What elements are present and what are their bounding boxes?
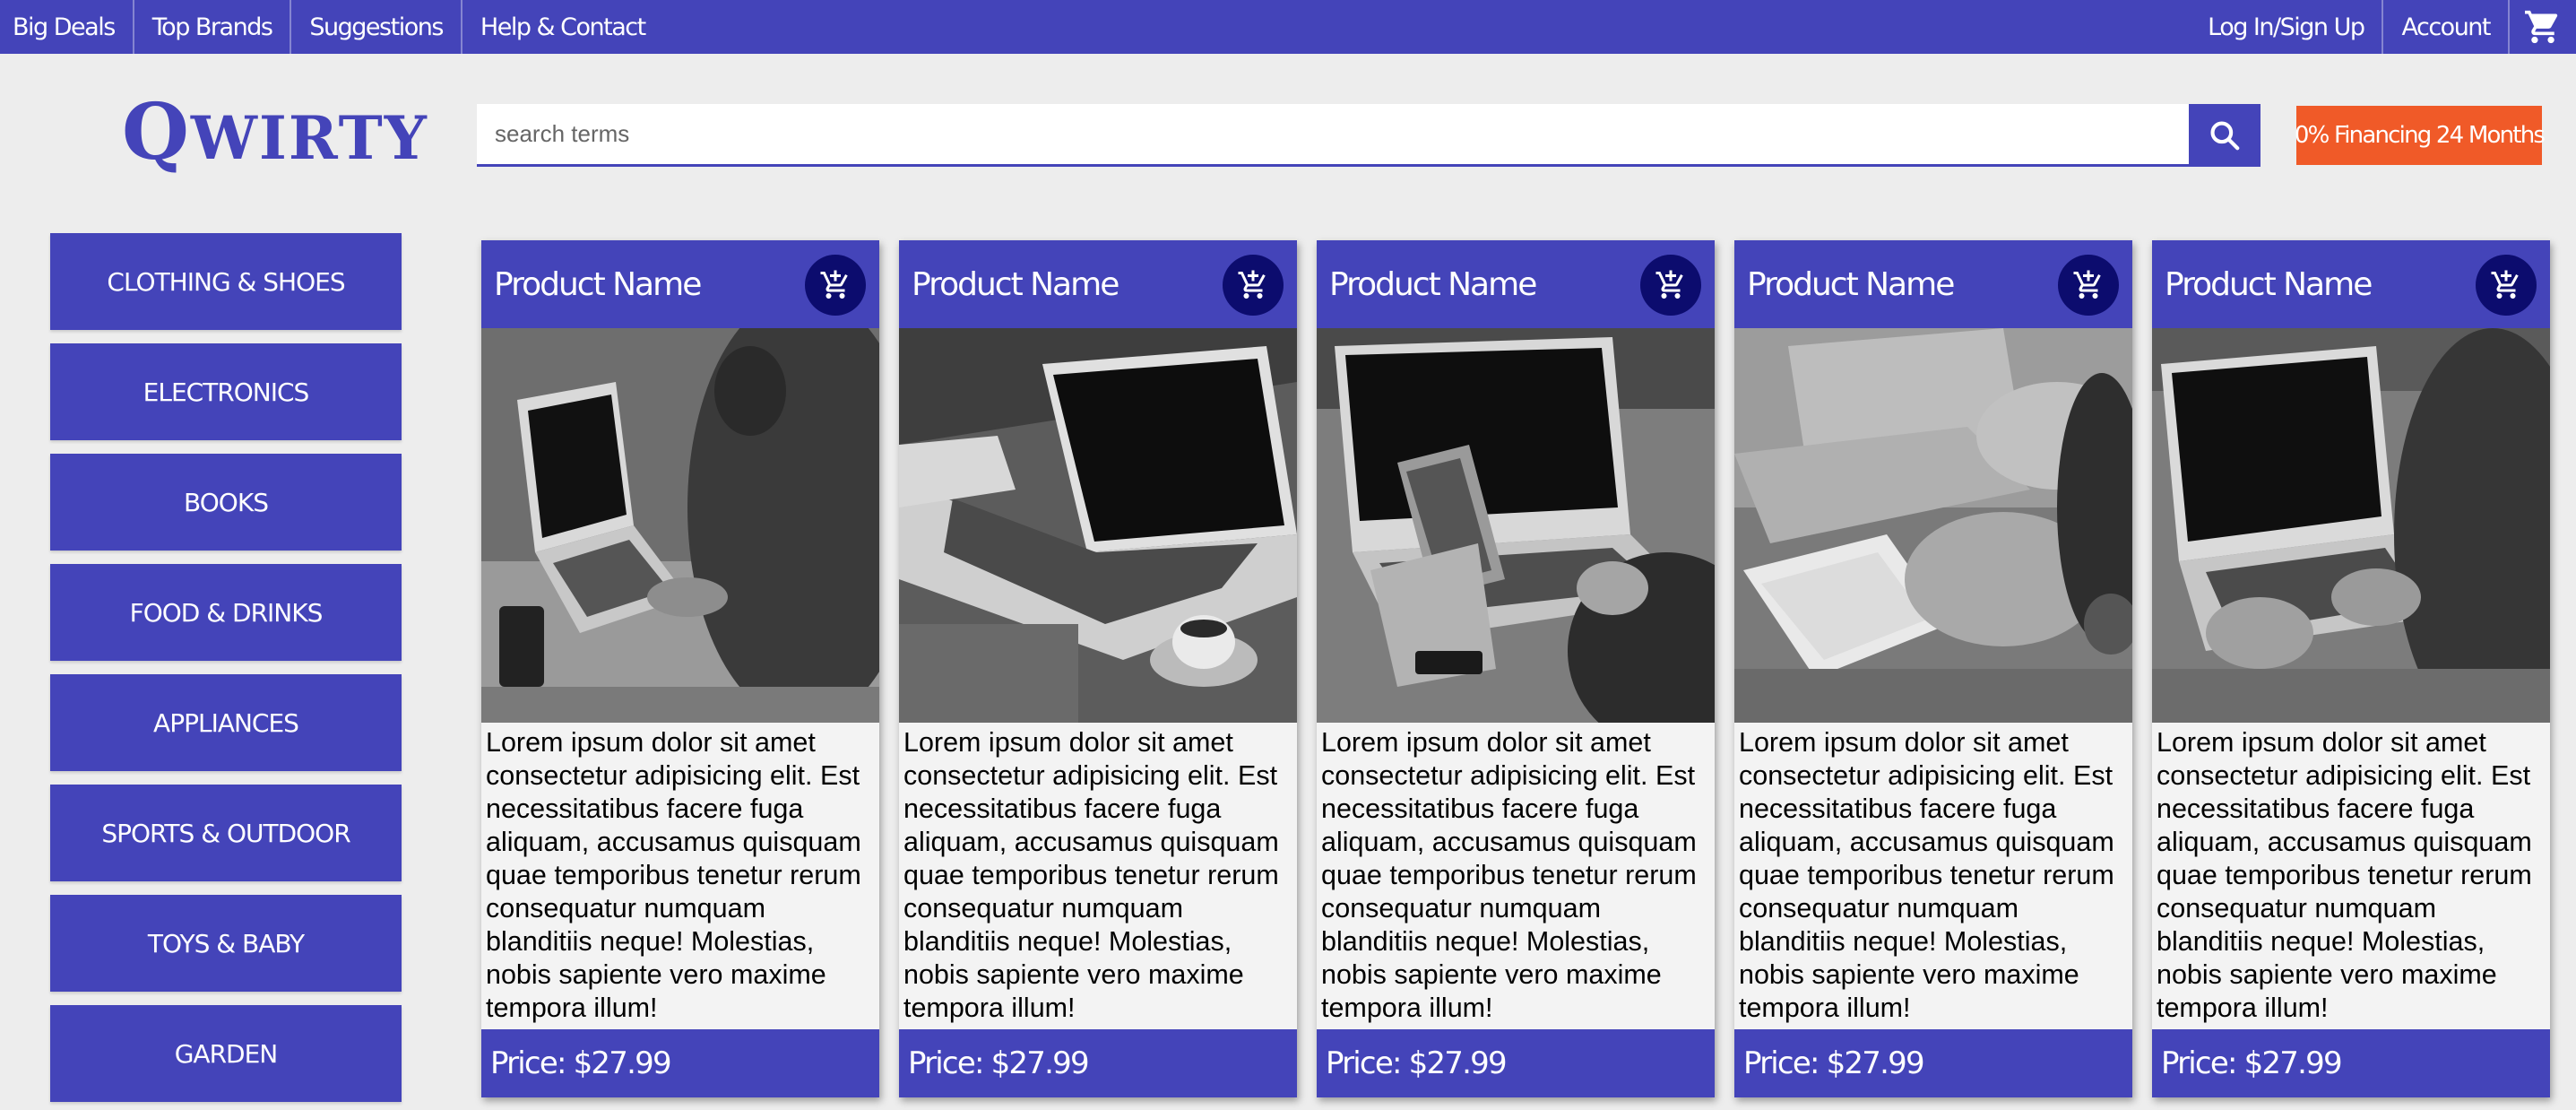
search-button[interactable] — [2189, 104, 2260, 167]
product-image[interactable] — [2152, 328, 2550, 723]
hands-notebook-photo — [1734, 328, 2132, 723]
category-clothing-shoes[interactable]: CLOTHING & SHOES — [50, 233, 402, 330]
product-description: Lorem ipsum dolor sit amet consectetur a… — [1321, 727, 1697, 1023]
add-to-cart-icon — [1655, 270, 1683, 299]
product-image[interactable] — [481, 328, 879, 723]
product-description: Lorem ipsum dolor sit amet consectetur a… — [2157, 727, 2532, 1023]
nav-suggestions[interactable]: Suggestions — [291, 0, 462, 54]
product-card[interactable]: Product Name Lorem ipsum dolor sit amet … — [1317, 240, 1715, 1097]
product-image[interactable] — [1734, 328, 2132, 723]
category-books[interactable]: BOOKS — [50, 454, 402, 551]
search-input[interactable] — [477, 104, 2192, 164]
product-image[interactable] — [899, 328, 1297, 723]
add-to-cart-button[interactable] — [2058, 255, 2119, 316]
product-description: Lorem ipsum dolor sit amet consectetur a… — [1739, 727, 2114, 1023]
product-card-header: Product Name — [899, 240, 1297, 328]
top-nav: Big Deals Top Brands Suggestions Help & … — [0, 0, 2576, 54]
nav-login-signup[interactable]: Log In/Sign Up — [2190, 0, 2382, 54]
category-electronics[interactable]: ELECTRONICS — [50, 343, 402, 440]
add-to-cart-button[interactable] — [2476, 255, 2537, 316]
product-card-header: Product Name — [1734, 240, 2132, 328]
logo-rest: WIRTY — [190, 103, 428, 173]
product-price: Price: $27.99 — [1734, 1029, 2132, 1097]
product-name: Product Name — [2165, 265, 2373, 303]
search-bar — [477, 104, 2192, 167]
category-appliances[interactable]: APPLIANCES — [50, 674, 402, 771]
product-card[interactable]: Product Name Lorem ipsum dolor sit amet … — [2152, 240, 2550, 1097]
product-card-header: Product Name — [1317, 240, 1715, 328]
cart-button[interactable] — [2508, 0, 2576, 54]
add-to-cart-button[interactable] — [1223, 255, 1284, 316]
add-to-cart-icon — [820, 270, 848, 299]
nav-big-deals[interactable]: Big Deals — [0, 0, 134, 54]
brand-logo[interactable]: QWIRTY — [122, 94, 428, 174]
product-description: Lorem ipsum dolor sit amet consectetur a… — [903, 727, 1279, 1023]
category-toys-baby[interactable]: TOYS & BABY — [50, 895, 402, 992]
product-card[interactable]: Product Name Lorem ipsum dolor sit amet … — [1734, 240, 2132, 1097]
product-image[interactable] — [1317, 328, 1715, 723]
laptop-coffee-photo — [899, 328, 1297, 723]
nav-right-group: Log In/Sign Up Account — [2190, 0, 2576, 54]
logo-initial: Q — [122, 87, 191, 178]
laptop-typing-photo — [481, 328, 879, 723]
product-price: Price: $27.99 — [899, 1029, 1297, 1097]
product-price: Price: $27.99 — [481, 1029, 879, 1097]
add-to-cart-icon — [2491, 270, 2519, 299]
product-card[interactable]: Product Name Lorem ipsum dolor sit amet … — [899, 240, 1297, 1097]
product-name: Product Name — [494, 265, 702, 303]
add-to-cart-button[interactable] — [805, 255, 866, 316]
product-card-header: Product Name — [481, 240, 879, 328]
product-price: Price: $27.99 — [2152, 1029, 2550, 1097]
laptop-phone-photo — [1317, 328, 1715, 723]
add-to-cart-icon — [1238, 270, 1266, 299]
product-description: Lorem ipsum dolor sit amet consectetur a… — [486, 727, 861, 1023]
nav-account[interactable]: Account — [2382, 0, 2508, 54]
add-to-cart-icon — [2073, 270, 2101, 299]
add-to-cart-button[interactable] — [1640, 255, 1701, 316]
product-name: Product Name — [912, 265, 1119, 303]
product-name: Product Name — [1329, 265, 1537, 303]
laptop-typing-photo-2 — [2152, 328, 2550, 723]
nav-top-brands[interactable]: Top Brands — [134, 0, 292, 54]
product-card[interactable]: Product Name Lorem ipsum dolor sit amet … — [481, 240, 879, 1097]
category-sports-outdoor[interactable]: SPORTS & OUTDOOR — [50, 785, 402, 881]
cart-icon — [2525, 10, 2558, 44]
category-sidebar: CLOTHING & SHOES ELECTRONICS BOOKS FOOD … — [50, 233, 402, 1110]
search-icon — [2210, 121, 2240, 151]
product-card-header: Product Name — [2152, 240, 2550, 328]
financing-promo-button[interactable]: 0% Financing 24 Months — [2295, 106, 2546, 165]
category-garden[interactable]: GARDEN — [50, 1005, 402, 1102]
category-food-drinks[interactable]: FOOD & DRINKS — [50, 564, 402, 661]
product-name: Product Name — [1747, 265, 1955, 303]
nav-help-contact[interactable]: Help & Contact — [462, 0, 663, 54]
product-price: Price: $27.99 — [1317, 1029, 1715, 1097]
